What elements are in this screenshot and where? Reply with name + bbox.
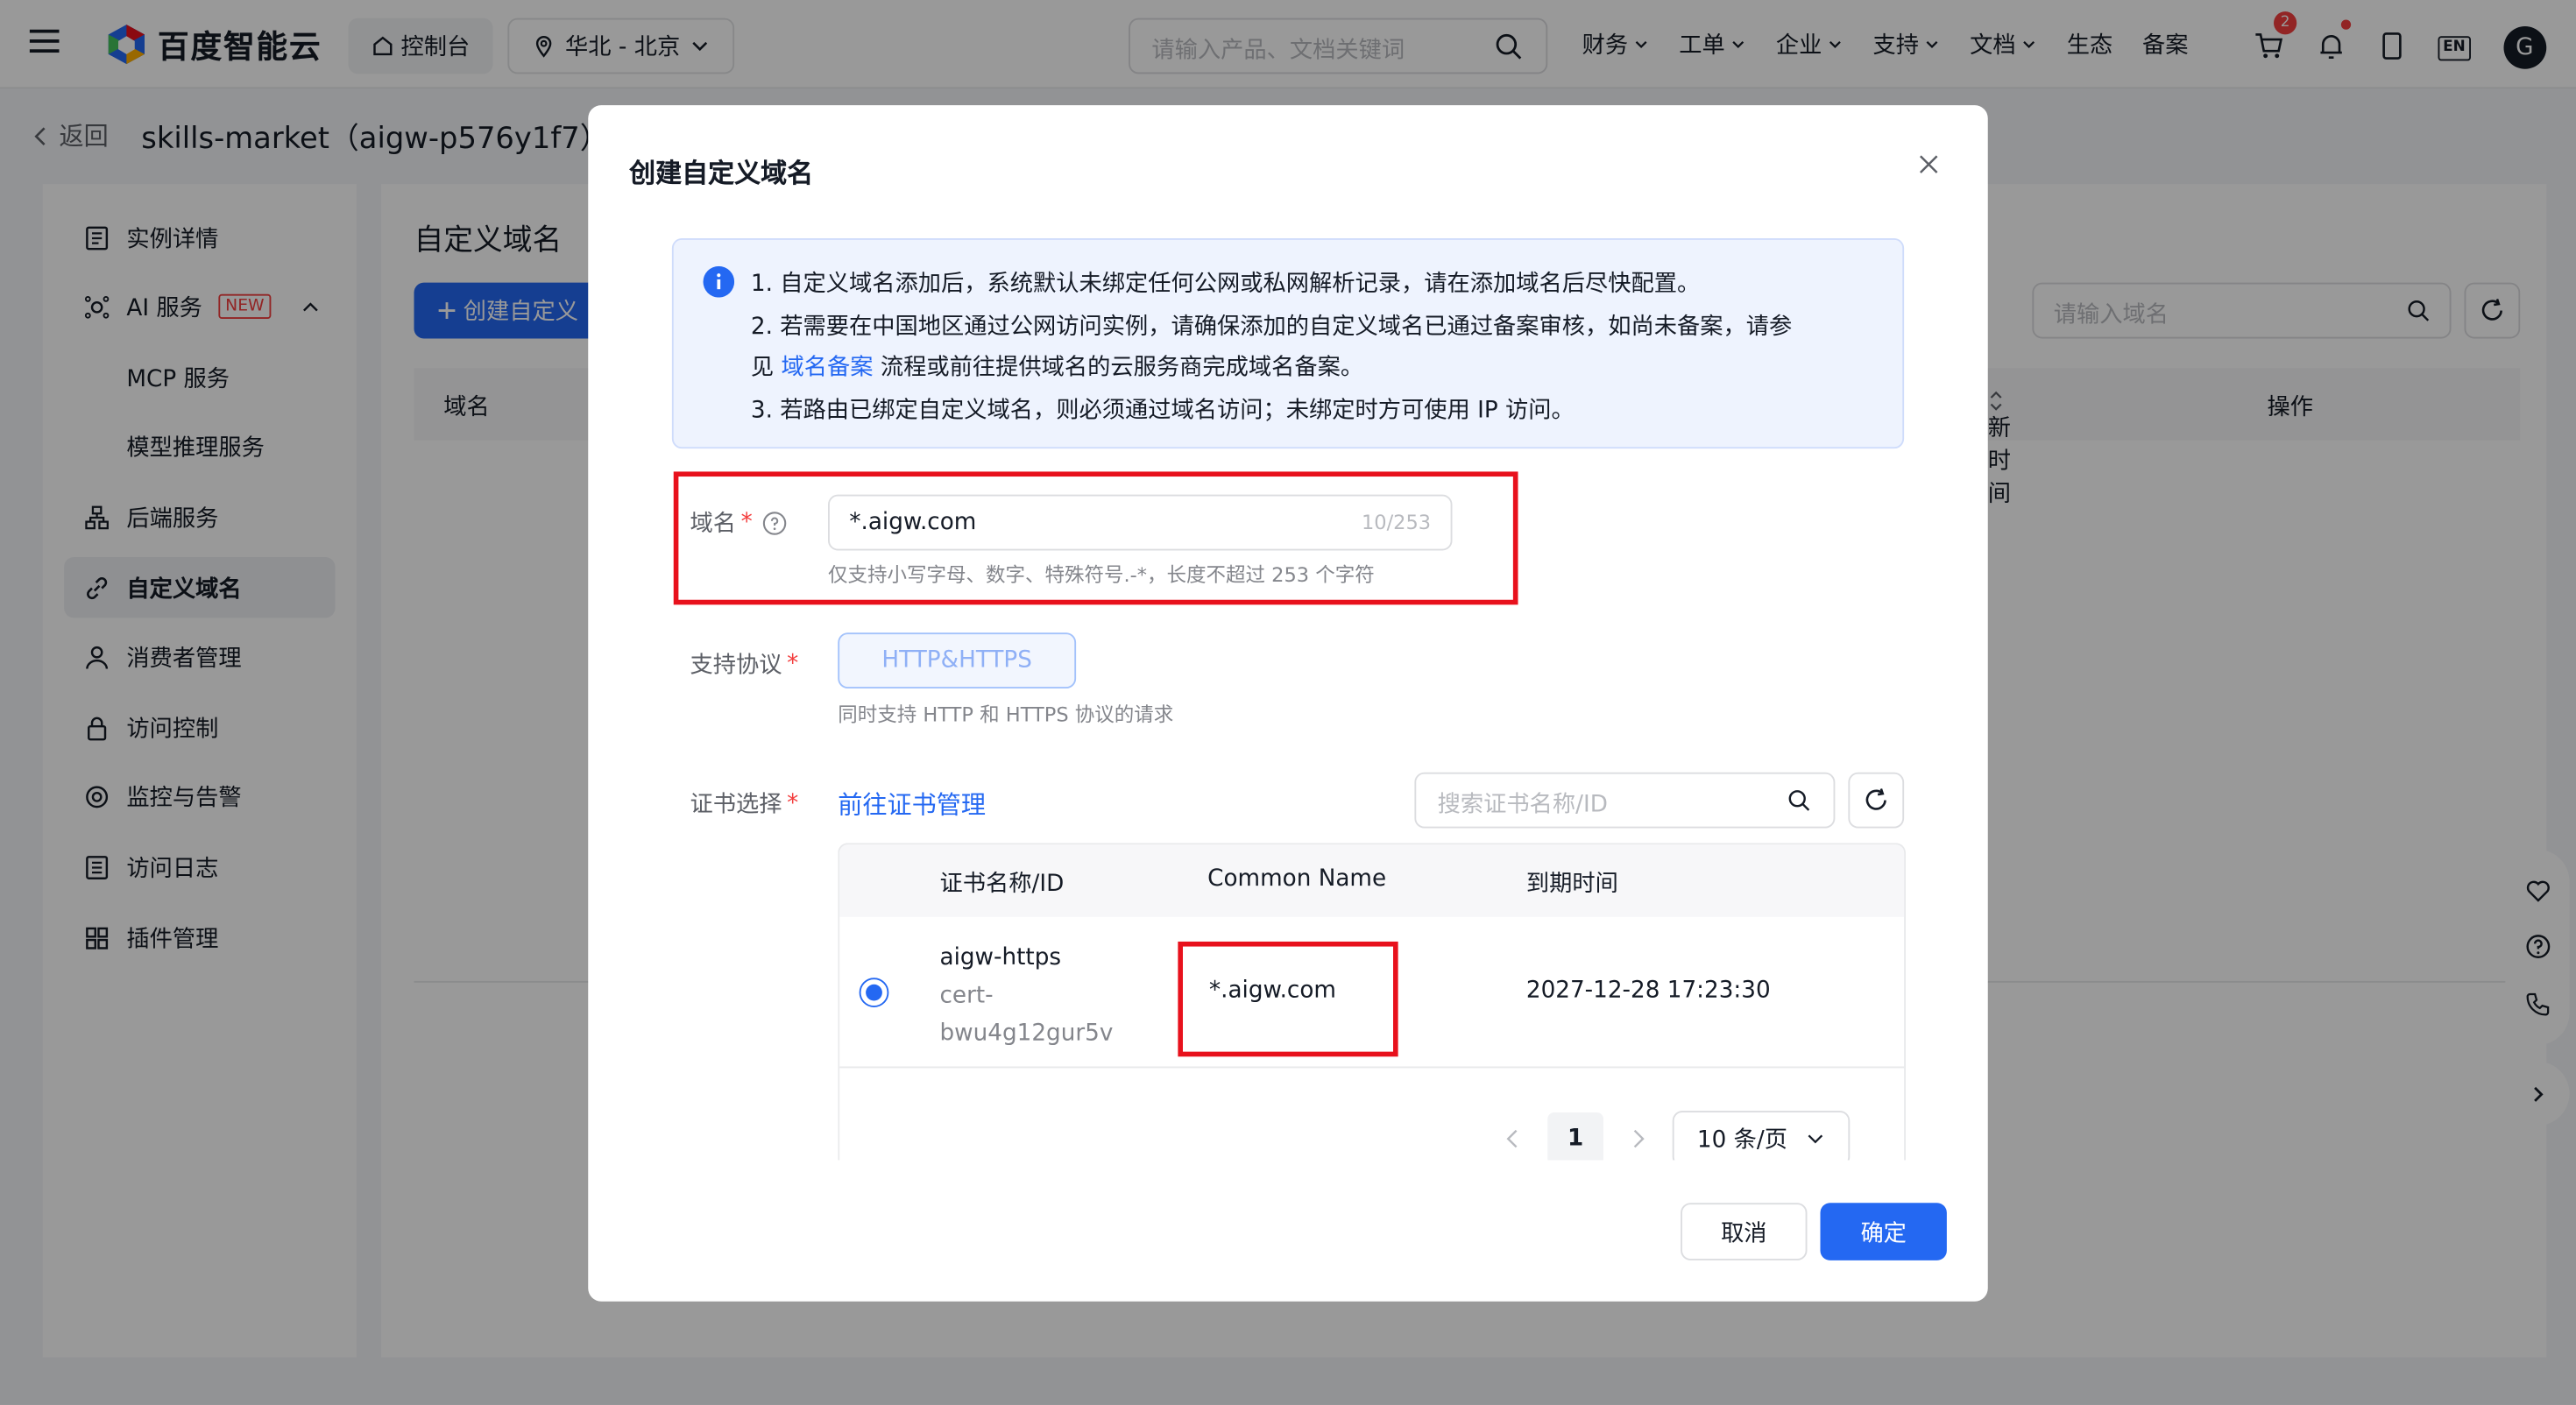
next-page-icon[interactable] — [1630, 1129, 1646, 1149]
info-line-2: 2. 若需要在中国地区通过公网访问实例，请确保添加的自定义域名已通过备案审核，如… — [750, 313, 1793, 340]
info-line-1: 1. 自定义域名添加后，系统默认未绑定任何公网或私网解析记录，请在添加域名后尽快… — [750, 271, 1701, 298]
column-cert-name: 证书名称/ID — [939, 871, 1065, 898]
domain-char-count: 10/253 — [1361, 511, 1432, 534]
protocol-option-http-https[interactable]: HTTP&HTTPS — [838, 632, 1077, 689]
cert-name-cell: aigw-https cert- bwu4g12gur5v — [940, 940, 1114, 1053]
cert-name: aigw-https — [939, 944, 1062, 971]
required-mark: * — [740, 509, 753, 536]
pagination: 1 10 条/页 — [1505, 1111, 1851, 1161]
column-expire-time: 到期时间 — [1525, 871, 1618, 898]
cert-field-label: 证书选择 * — [690, 790, 799, 819]
help-circle-icon[interactable] — [762, 510, 787, 534]
cert-search[interactable] — [1414, 772, 1836, 832]
page-number[interactable]: 1 — [1547, 1112, 1603, 1161]
required-mark: * — [787, 650, 799, 677]
protocol-hint: 同时支持 HTTP 和 HTTPS 协议的请求 — [838, 702, 1174, 727]
radio-selected-dot — [866, 984, 882, 1001]
page-size-select[interactable]: 10 条/页 — [1672, 1111, 1851, 1161]
domain-filing-link[interactable]: 域名备案 — [781, 355, 873, 381]
search-icon[interactable] — [1787, 788, 1810, 811]
domain-input[interactable]: *.aigw.com 10/253 — [828, 494, 1453, 551]
cert-expire-time: 2027-12-28 17:23:30 — [1525, 978, 1771, 1005]
domain-field-label: 域名 * — [690, 506, 788, 540]
column-common-name: Common Name — [1207, 865, 1387, 893]
refresh-icon — [1865, 788, 1886, 810]
cert-table-header: 证书名称/ID Common Name 到期时间 — [839, 844, 1905, 917]
create-domain-modal: 创建自定义域名 1. 自定义域名添加后，系统默认未绑定任何公网或私网解析记录，请… — [588, 105, 1988, 1302]
cert-id-line-2: bwu4g12gur5v — [939, 1020, 1114, 1048]
chevron-down-icon — [1808, 1134, 1823, 1144]
cancel-button[interactable]: 取消 — [1681, 1203, 1808, 1260]
info-line-3: 见 域名备案 流程或前往提供域名的云服务商完成域名备案。 — [750, 355, 1364, 382]
domain-hint: 仅支持小写字母、数字、特殊符号.-*，长度不超过 253 个字符 — [828, 563, 1375, 587]
cert-refresh-button[interactable] — [1848, 772, 1905, 829]
protocol-field-label: 支持协议 * — [690, 650, 799, 679]
cert-manage-link[interactable]: 前往证书管理 — [838, 787, 986, 822]
info-banner: 1. 自定义域名添加后，系统默认未绑定任何公网或私网解析记录，请在添加域名后尽快… — [671, 238, 1905, 449]
modal-title: 创建自定义域名 — [629, 158, 814, 189]
cert-radio[interactable] — [859, 978, 889, 1007]
cert-search-input[interactable] — [1416, 779, 1761, 832]
domain-input-value: *.aigw.com — [849, 509, 977, 536]
highlight-box-common-name — [1178, 941, 1398, 1057]
close-icon[interactable] — [1919, 154, 1939, 174]
info-icon — [703, 265, 735, 298]
prev-page-icon[interactable] — [1505, 1129, 1522, 1149]
required-mark: * — [787, 790, 799, 817]
info-text: 1. 自定义域名添加后，系统默认未绑定任何公网或私网解析记录，请在添加域名后尽快… — [751, 265, 1792, 432]
cert-id-line-1: cert- — [939, 982, 994, 1009]
info-line-4: 3. 若路由已绑定自定义域名，则必须通过域名访问；未绑定时方可使用 IP 访问。 — [750, 397, 1575, 424]
confirm-button[interactable]: 确定 — [1820, 1203, 1947, 1260]
